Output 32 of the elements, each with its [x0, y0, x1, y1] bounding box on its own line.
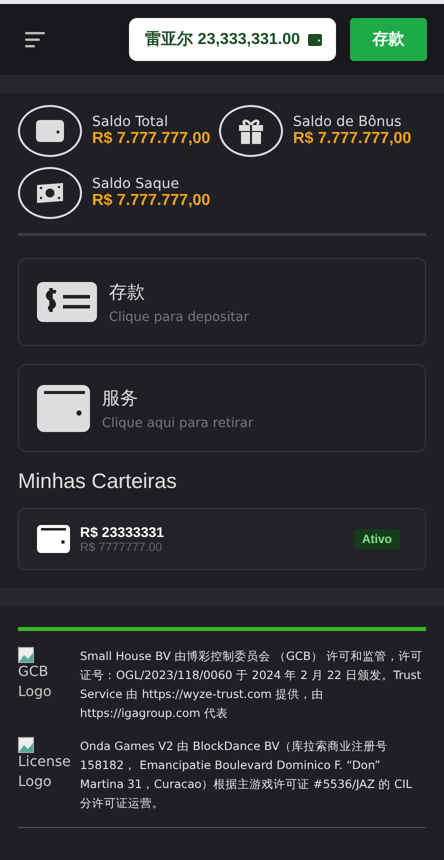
action-card[interactable]: 服务 Clique aqui para retirar — [18, 364, 426, 452]
balance-label: Saldo Total — [92, 114, 169, 130]
balance-display[interactable]: 雷亚尔 23,333,331.00 — [129, 18, 336, 61]
gift-icon — [238, 118, 264, 144]
logo-alt-text: GCB Logo — [18, 663, 53, 702]
banknote-icon — [36, 182, 64, 204]
wallet-amount: R$ 23333331 — [80, 524, 166, 540]
balance-label: Saldo Saque — [92, 176, 180, 192]
action-subtitle: Clique aqui para retirar — [102, 416, 254, 430]
section-title: Minhas Carteiras — [18, 470, 178, 494]
wallet-icon — [36, 120, 64, 142]
action-title: 服务 — [102, 386, 139, 410]
balance-amount: R$ 7.777.777,00 — [293, 130, 412, 148]
action-title: 存款 — [109, 280, 146, 304]
license-text: Small House BV 由博彩控制委员会 （GCB） 许可和监管，许可证号：OGL/2023/118/0060 于 2024 年 2 月 22 日颁发。Trust Service 由 https://wyze-trust.com 提供，由 https://igagroup.com 代表 — [80, 648, 424, 722]
logo-alt-text: License Logo — [18, 753, 70, 792]
balance-amount: R$ 7.777.777,00 — [92, 130, 210, 148]
money-icon — [37, 282, 97, 322]
balance-label: Saldo de Bônus — [293, 114, 402, 130]
status-badge: Ativo — [354, 529, 400, 549]
license-text: Onda Games V2 由 BlockDance BV（库拉索商业注册号 158182， Emancipatie Boulevard Dominico F. “Don” Martina 31，Curacao）根据主游戏许可证 #5536/JAZ 的 CIL 分许可证运营。 — [80, 738, 414, 812]
wallet-icon — [308, 34, 322, 46]
action-card[interactable]: 存款 Clique para depositar — [18, 258, 426, 346]
menu-icon[interactable] — [25, 32, 47, 48]
wallet-icon — [37, 384, 90, 432]
wallet-sub-amount: R$ 7777777.00 — [80, 540, 164, 554]
broken-image-icon — [18, 647, 34, 663]
broken-image-icon — [18, 737, 34, 753]
balance-amount: R$ 7.777.777,00 — [92, 192, 210, 210]
wallet-icon — [37, 525, 70, 553]
wallet-card[interactable]: R$ 23333331 R$ 7777777.00 Ativo — [18, 508, 426, 570]
action-subtitle: Clique para depositar — [109, 310, 249, 324]
